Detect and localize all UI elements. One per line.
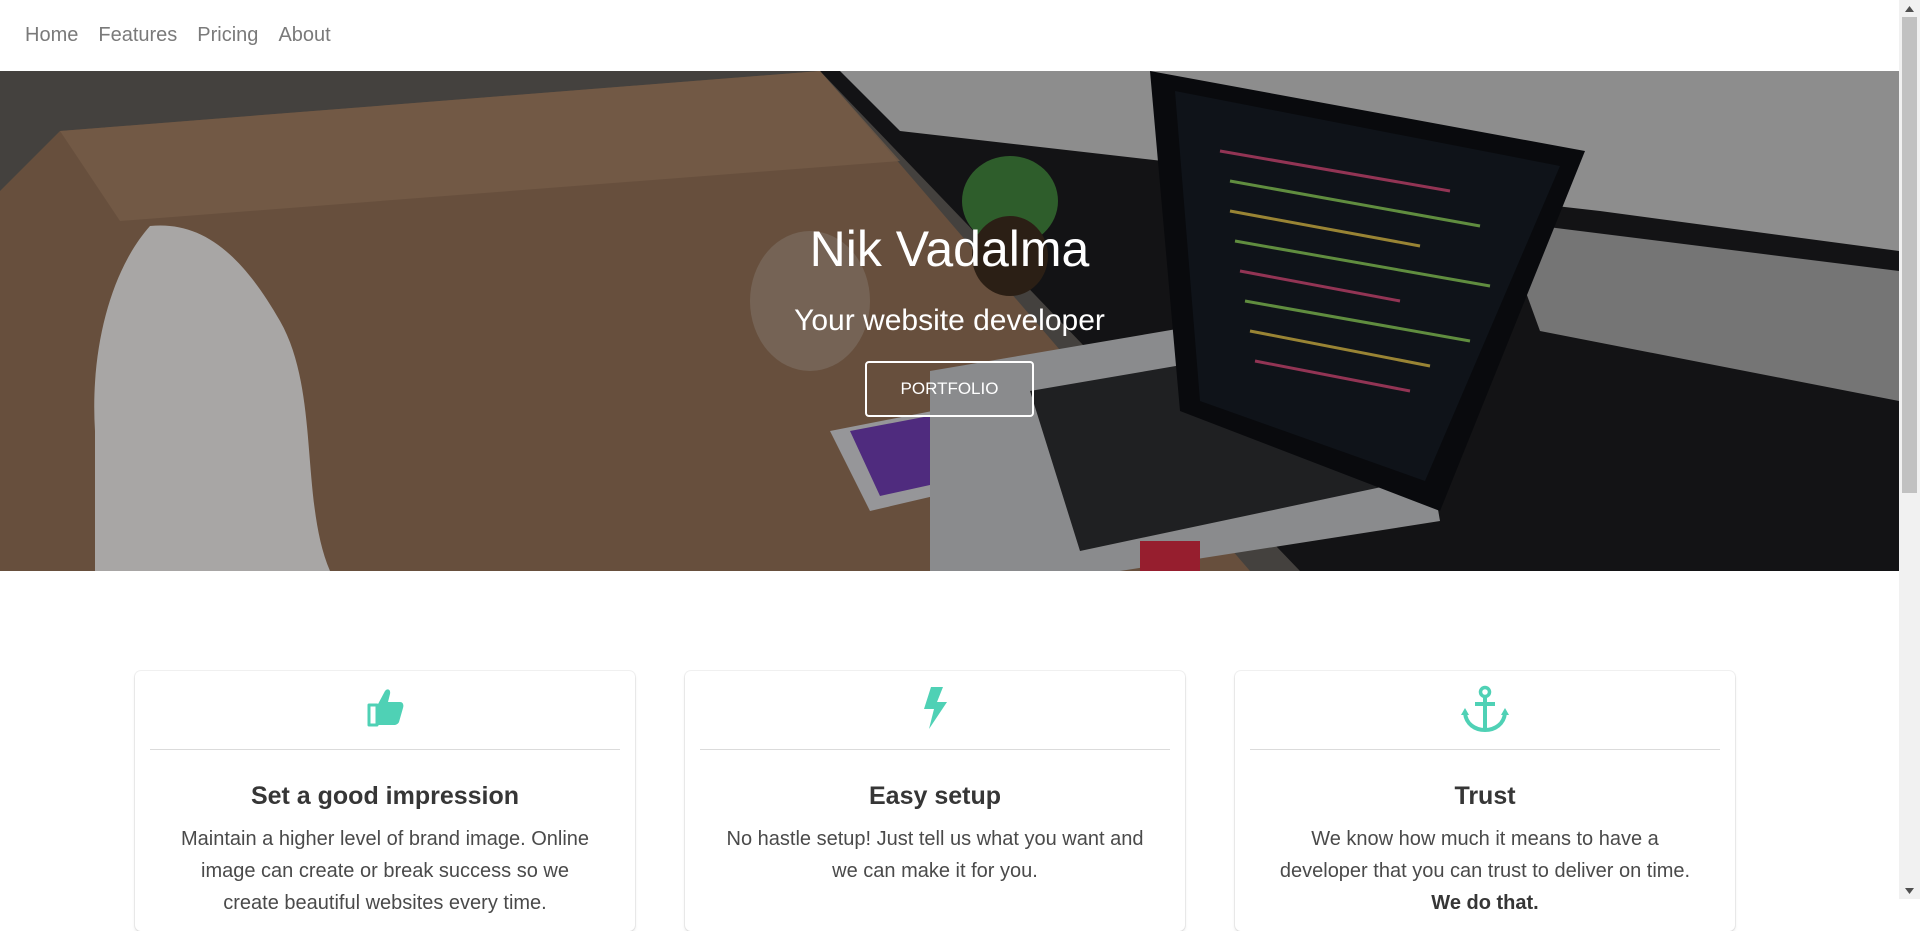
scroll-up-arrow-icon[interactable] (1899, 0, 1920, 17)
top-navbar: Home Features Pricing About (0, 0, 1899, 71)
nav-link-about[interactable]: About (278, 24, 330, 47)
feature-card-trust: Trust We know how much it means to have … (1235, 671, 1735, 931)
card-divider (150, 749, 620, 750)
hero-subtitle: Your website developer (794, 304, 1105, 337)
anchor-icon (1235, 685, 1735, 735)
hero-title: Nik Vadalma (809, 221, 1090, 277)
feature-card-impression: Set a good impression Maintain a higher … (135, 671, 635, 931)
card-divider (1250, 749, 1720, 750)
nav-link-home[interactable]: Home (25, 24, 78, 47)
card-title: Trust (1454, 782, 1516, 810)
card-title: Set a good impression (250, 782, 520, 810)
card-text: We know how much it means to have a deve… (1275, 823, 1695, 919)
bolt-icon (685, 685, 1185, 735)
nav-link-pricing[interactable]: Pricing (197, 24, 258, 47)
card-text-bold: We do that. (1431, 892, 1539, 914)
nav-link-features[interactable]: Features (98, 24, 177, 47)
hero-section: Nik Vadalma Your website developer PORTF… (0, 71, 1899, 571)
scrollbar-thumb[interactable] (1902, 17, 1917, 493)
card-title: Easy setup (868, 782, 1001, 810)
card-text: No hastle setup! Just tell us what you w… (726, 828, 1144, 882)
card-divider (700, 749, 1170, 750)
scroll-down-arrow-icon[interactable] (1899, 882, 1920, 899)
portfolio-button[interactable]: PORTFOLIO (865, 361, 1034, 417)
card-text: Maintain a higher level of brand image. … (180, 828, 590, 914)
vertical-scrollbar[interactable] (1899, 0, 1920, 899)
card-text-plain: We know how much it means to have a deve… (1279, 828, 1691, 882)
thumbs-up-icon (135, 685, 635, 735)
feature-card-setup: Easy setup No hastle setup! Just tell us… (685, 671, 1185, 931)
